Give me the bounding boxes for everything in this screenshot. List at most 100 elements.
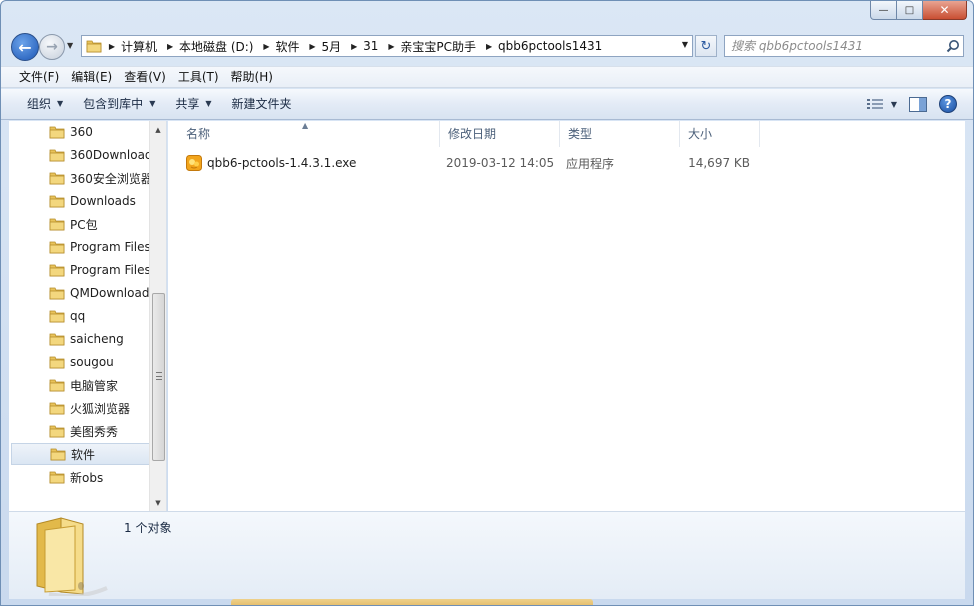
column-type-label: 类型 bbox=[568, 127, 593, 141]
menu-edit[interactable]: 编辑(E) bbox=[65, 67, 118, 87]
address-history-chevron-down-icon[interactable]: ▼ bbox=[682, 40, 688, 49]
search-icon[interactable] bbox=[943, 36, 963, 56]
preview-pane-icon[interactable] bbox=[909, 96, 927, 112]
include-in-library-label: 包含到库中 bbox=[83, 97, 144, 111]
tree-item-folder[interactable]: 美图秀秀 bbox=[11, 420, 150, 442]
column-header-size[interactable]: 大小 bbox=[680, 121, 760, 147]
folder-icon bbox=[49, 287, 65, 300]
large-folder-icon bbox=[36, 517, 108, 596]
change-view-button[interactable]: ▼ bbox=[866, 93, 897, 115]
tree-item-label: 美图秀秀 bbox=[70, 424, 119, 439]
tree-item-folder[interactable]: QMDownload bbox=[11, 282, 150, 304]
menu-tools[interactable]: 工具(T) bbox=[172, 67, 225, 87]
chevron-right-icon[interactable]: ▶ bbox=[105, 42, 119, 51]
details-view-icon bbox=[866, 99, 883, 109]
minimize-button[interactable]: — bbox=[870, 1, 897, 20]
tree-item-folder[interactable]: qq bbox=[11, 305, 150, 327]
tree-item-label: 新obs bbox=[70, 470, 104, 485]
folder-icon bbox=[49, 379, 65, 392]
back-button[interactable]: ← bbox=[11, 33, 39, 61]
tree-item-folder[interactable]: Downloads bbox=[11, 190, 150, 212]
table-row[interactable]: qbb6-pctools-1.4.3.1.exe 2019-03-12 14:0… bbox=[178, 152, 764, 174]
breadcrumb-item[interactable]: 亲宝宝PC助手 bbox=[398, 38, 482, 55]
tree-item-folder[interactable]: saicheng bbox=[11, 328, 150, 350]
forward-button[interactable]: → bbox=[39, 34, 65, 60]
tree-item-folder[interactable]: PC包 bbox=[11, 213, 150, 235]
chevron-right-icon[interactable]: ▶ bbox=[306, 42, 320, 51]
navigation-pane: 360 360Download 360安全浏览器 Downloads PC包 Progra… bbox=[9, 121, 167, 511]
search-input[interactable] bbox=[725, 39, 943, 53]
menu-help[interactable]: 帮助(H) bbox=[225, 67, 279, 87]
tree-item-folder[interactable]: 电脑管家 bbox=[11, 374, 150, 396]
chevron-down-icon: ▼ bbox=[205, 99, 212, 108]
tree-item-folder[interactable]: 360 bbox=[11, 121, 150, 143]
tree-item-label: Program Files bbox=[70, 240, 150, 254]
breadcrumb-item[interactable]: 31 bbox=[361, 39, 384, 53]
exe-app-icon bbox=[186, 155, 202, 171]
breadcrumb: ▶ 计算机 ▶ 本地磁盘 (D:) ▶ 软件 ▶ 5月 ▶ 31 ▶ 亲宝宝PC… bbox=[105, 36, 608, 56]
scroll-down-arrow-icon[interactable]: ▼ bbox=[150, 494, 166, 511]
column-modified-label: 修改日期 bbox=[448, 127, 497, 141]
chevron-down-icon: ▼ bbox=[890, 99, 897, 109]
folder-tree: 360 360Download 360安全浏览器 Downloads PC包 Progra… bbox=[9, 121, 150, 511]
address-bar[interactable]: ▶ 计算机 ▶ 本地磁盘 (D:) ▶ 软件 ▶ 5月 ▶ 31 ▶ 亲宝宝PC… bbox=[81, 35, 693, 57]
column-header-name[interactable]: 名称 ▲ bbox=[168, 121, 440, 147]
chevron-right-icon[interactable]: ▶ bbox=[482, 42, 496, 51]
navigation-scrollbar[interactable]: ▲ ▼ bbox=[149, 121, 166, 511]
menu-view[interactable]: 查看(V) bbox=[118, 67, 172, 87]
scrollbar-thumb[interactable] bbox=[152, 293, 165, 461]
recent-pages-chevron-icon[interactable]: ▼ bbox=[67, 41, 77, 53]
breadcrumb-item[interactable]: qbb6pctools1431 bbox=[496, 39, 608, 53]
chevron-right-icon[interactable]: ▶ bbox=[384, 42, 398, 51]
tree-item-folder[interactable]: Program Files bbox=[11, 259, 150, 281]
folder-icon bbox=[49, 425, 65, 438]
tree-item-label: 360Download bbox=[70, 148, 150, 162]
chevron-right-icon[interactable]: ▶ bbox=[163, 42, 177, 51]
tree-item-label: Downloads bbox=[70, 194, 136, 208]
sort-ascending-icon: ▲ bbox=[302, 121, 309, 130]
maximize-button[interactable]: □ bbox=[897, 1, 923, 20]
breadcrumb-item[interactable]: 计算机 bbox=[119, 38, 163, 55]
folder-icon bbox=[49, 218, 65, 231]
tree-item-label: PC包 bbox=[70, 217, 98, 232]
tree-item-folder[interactable]: Program Files bbox=[11, 236, 150, 258]
tree-item-label: saicheng bbox=[70, 332, 124, 346]
breadcrumb-item[interactable]: 本地磁盘 (D:) bbox=[177, 38, 259, 55]
tree-item-folder[interactable]: 360Download bbox=[11, 144, 150, 166]
new-folder-button[interactable]: 新建文件夹 bbox=[222, 92, 302, 116]
tree-item-folder[interactable]: 火狐浏览器 bbox=[11, 397, 150, 419]
tree-item-folder[interactable]: 新obs bbox=[11, 466, 150, 488]
folder-icon bbox=[49, 195, 65, 208]
folder-icon bbox=[49, 241, 65, 254]
folder-icon bbox=[49, 402, 65, 415]
column-name-label: 名称 bbox=[186, 127, 211, 141]
menu-bar: 文件(F) 编辑(E) 查看(V) 工具(T) 帮助(H) bbox=[1, 66, 973, 88]
command-bar: 组织 ▼ 包含到库中 ▼ 共享 ▼ 新建文件夹 ▼ ? bbox=[1, 89, 973, 120]
tree-item-label: QMDownload bbox=[70, 286, 150, 300]
column-header-modified[interactable]: 修改日期 bbox=[440, 121, 560, 147]
help-button[interactable]: ? bbox=[939, 95, 957, 113]
tree-item-label: 360 bbox=[70, 125, 93, 139]
organize-label: 组织 bbox=[27, 97, 52, 111]
include-in-library-button[interactable]: 包含到库中 ▼ bbox=[73, 92, 165, 116]
folder-icon bbox=[49, 356, 65, 369]
breadcrumb-item[interactable]: 5月 bbox=[320, 38, 348, 55]
column-header-type[interactable]: 类型 bbox=[560, 121, 680, 147]
menu-file[interactable]: 文件(F) bbox=[13, 67, 65, 87]
tree-item-label: Program Files bbox=[70, 263, 150, 277]
share-button[interactable]: 共享 ▼ bbox=[165, 92, 221, 116]
chevron-right-icon[interactable]: ▶ bbox=[347, 42, 361, 51]
folder-icon bbox=[49, 310, 65, 323]
breadcrumb-item[interactable]: 软件 bbox=[273, 38, 305, 55]
chevron-right-icon[interactable]: ▶ bbox=[259, 42, 273, 51]
close-button[interactable]: ✕ bbox=[923, 1, 967, 20]
tree-item-label: 电脑管家 bbox=[70, 378, 119, 393]
chevron-down-icon: ▼ bbox=[57, 99, 64, 108]
file-list: 名称 ▲ 修改日期 类型 大小 qbb6-pctools-1.4.3.1.exe… bbox=[168, 121, 965, 511]
scroll-up-arrow-icon[interactable]: ▲ bbox=[150, 121, 166, 138]
organize-button[interactable]: 组织 ▼ bbox=[17, 92, 73, 116]
tree-item-folder[interactable]: 360安全浏览器 bbox=[11, 167, 150, 189]
tree-item-folder[interactable]: 软件 bbox=[11, 443, 150, 465]
refresh-button[interactable]: ↻ bbox=[695, 35, 717, 57]
tree-item-folder[interactable]: sougou bbox=[11, 351, 150, 373]
